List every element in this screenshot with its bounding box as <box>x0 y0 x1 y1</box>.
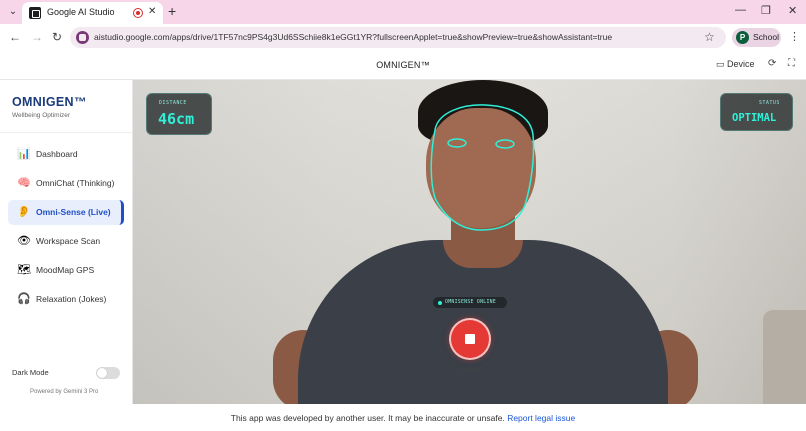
map-icon: 🗺 <box>17 264 31 276</box>
browser-tab[interactable]: Google AI Studio ✕ <box>22 2 163 24</box>
browser-menu-icon[interactable]: ⋮ <box>789 30 800 43</box>
minimize-icon[interactable]: — <box>735 4 746 16</box>
brand-title: OMNIGEN™ <box>12 95 87 109</box>
left-eye-tracker <box>447 138 467 148</box>
sidebar-item-moodmap[interactable]: 🗺 MoodMap GPS <box>8 258 124 283</box>
divider <box>0 132 132 133</box>
sidebar-item-label: Relaxation (Jokes) <box>36 294 107 304</box>
face-outline <box>430 104 535 231</box>
tab-title: Google AI Studio <box>47 7 115 17</box>
browser-toolbar: ← → ↻ aistudio.google.com/apps/drive/1TF… <box>0 24 806 51</box>
eye-icon: 👁 <box>17 235 31 247</box>
ai-studio-favicon-icon <box>29 7 41 19</box>
bookmark-star-icon[interactable]: ☆ <box>704 30 715 44</box>
restore-icon[interactable]: ❐ <box>761 4 771 17</box>
report-legal-issue-link[interactable]: Report legal issue <box>507 413 575 423</box>
sidebar-item-label: MoodMap GPS <box>36 265 95 275</box>
stop-icon <box>465 334 475 344</box>
distance-label: DISTANCE <box>159 101 187 106</box>
app-title: OMNIGEN™ <box>376 60 430 70</box>
bar-chart-icon: 📊 <box>17 148 31 160</box>
url-text[interactable]: aistudio.google.com/apps/drive/1TF57nc9P… <box>94 32 612 42</box>
sidebar-item-dashboard[interactable]: 📊 Dashboard <box>8 142 124 167</box>
sidebar-item-label: Workspace Scan <box>36 236 101 246</box>
brain-icon: 🧠 <box>17 177 31 189</box>
live-dot-icon <box>438 300 442 305</box>
reload-icon[interactable]: ↻ <box>52 30 62 44</box>
site-info-icon[interactable] <box>76 31 89 44</box>
status-value: OPTIMAL <box>732 112 777 124</box>
disclaimer-text: This app was developed by another user. … <box>230 413 505 423</box>
distance-hud: DISTANCE 46cm <box>146 93 212 135</box>
profile-avatar: P <box>736 31 749 44</box>
recording-indicator-icon <box>133 8 143 18</box>
footer-bar: This app was developed by another user. … <box>0 404 806 431</box>
profile-name: School <box>753 32 779 42</box>
active-label: Active <box>460 367 480 373</box>
forward-icon[interactable]: → <box>31 30 43 44</box>
new-tab-icon[interactable]: + <box>168 3 176 19</box>
ear-icon: 👂 <box>17 206 31 218</box>
sidebar-item-workspace-scan[interactable]: 👁 Workspace Scan <box>8 229 124 254</box>
camera-feed: DISTANCE 46cm STATUS OPTIMAL OMNISENSE O… <box>133 80 806 404</box>
status-label: STATUS <box>759 101 780 106</box>
address-bar[interactable]: aistudio.google.com/apps/drive/1TF57nc9P… <box>70 27 726 48</box>
device-icon: ▭ <box>716 59 725 69</box>
live-status-text: OMNISENSE ONLINE <box>445 299 497 305</box>
tab-close-icon[interactable]: ✕ <box>148 6 156 17</box>
refresh-icon[interactable]: ⟳ <box>768 58 776 69</box>
headphones-icon: 🎧 <box>17 293 31 305</box>
sidebar-item-label: OmniChat (Thinking) <box>36 178 115 188</box>
sidebar-item-label: Omni-Sense (Live) <box>36 207 111 217</box>
right-eye-tracker <box>495 139 515 149</box>
tab-search-icon[interactable]: ⌄ <box>6 5 20 19</box>
dark-mode-label: Dark Mode <box>12 368 49 377</box>
sidebar-item-relaxation[interactable]: 🎧 Relaxation (Jokes) <box>8 287 124 312</box>
status-hud: STATUS OPTIMAL <box>720 93 793 131</box>
profile-button[interactable]: P School <box>732 28 781 47</box>
live-status-pill: OMNISENSE ONLINE <box>433 297 507 308</box>
fullscreen-icon[interactable]: ⛶ <box>788 58 795 69</box>
sidebar-item-omni-sense[interactable]: 👂 Omni-Sense (Live) <box>8 200 124 225</box>
device-button[interactable]: ▭ Device <box>716 59 755 70</box>
toggle-knob <box>97 368 107 378</box>
sidebar-item-label: Dashboard <box>36 149 78 159</box>
device-label: Device <box>727 59 755 69</box>
back-icon[interactable]: ← <box>9 30 21 44</box>
sidebar: OMNIGEN™ Wellbeing Optimizer 📊 Dashboard… <box>0 80 133 404</box>
footer-text: This app was developed by another user. … <box>0 413 806 423</box>
stop-session-button[interactable] <box>449 318 491 360</box>
browser-tab-strip: ⌄ Google AI Studio ✕ + — ❐ ✕ <box>0 0 806 24</box>
distance-value: 46cm <box>158 110 195 128</box>
dark-mode-toggle[interactable] <box>96 367 120 379</box>
sidebar-item-omnichat[interactable]: 🧠 OmniChat (Thinking) <box>8 171 124 196</box>
app-header: OMNIGEN™ ▭ Device ⟳ ⛶ <box>0 51 806 80</box>
window-close-icon[interactable]: ✕ <box>788 4 797 17</box>
powered-by-text: Powered by Gemini 3 Pro <box>30 389 99 395</box>
brand-subtitle: Wellbeing Optimizer <box>12 112 71 119</box>
